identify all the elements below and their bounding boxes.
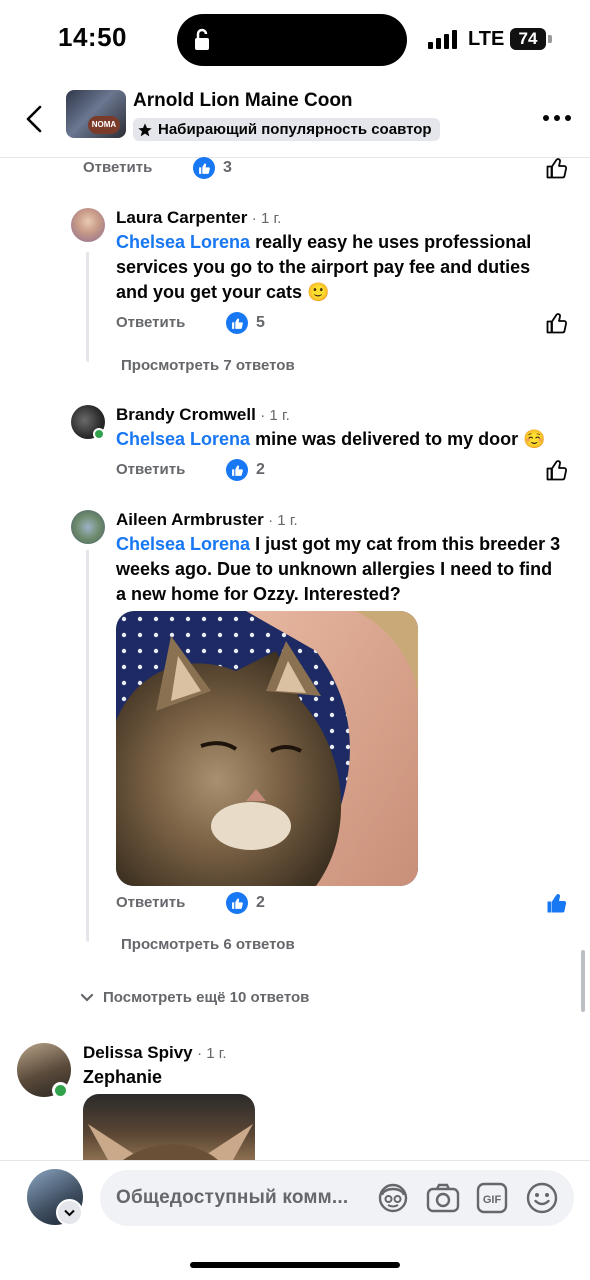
- liked-icon[interactable]: [545, 891, 569, 915]
- view-more-label: Посмотреть ещё 10 ответов: [103, 989, 310, 1006]
- mention-link[interactable]: Chelsea Lorena: [116, 232, 250, 252]
- commenter-name[interactable]: Delissa Spivy: [83, 1043, 193, 1062]
- back-icon[interactable]: [22, 104, 46, 134]
- mention-link[interactable]: Chelsea Lorena: [116, 534, 250, 554]
- profile-switcher[interactable]: [56, 1199, 83, 1226]
- comment-line: mine was delivered to my door ☺️: [250, 429, 546, 449]
- thread-line: [86, 550, 89, 942]
- status-time: 14:50: [58, 22, 127, 52]
- reaction-count[interactable]: 3: [193, 157, 232, 179]
- avatar-logo: NOMA: [88, 116, 120, 134]
- reply-button[interactable]: Ответить: [83, 159, 152, 176]
- scrollbar[interactable]: [581, 950, 585, 1012]
- page-title[interactable]: Arnold Lion Maine Coon: [133, 90, 353, 112]
- commenter-name[interactable]: Brandy Cromwell: [116, 405, 256, 424]
- reaction-count[interactable]: 2: [226, 459, 265, 481]
- view-replies-link[interactable]: Просмотреть 7 ответов: [121, 357, 295, 374]
- comment-header: Brandy Cromwell · 1 г.: [116, 405, 290, 425]
- reply-button[interactable]: Ответить: [116, 314, 185, 331]
- avatar-sticker-icon[interactable]: [376, 1181, 410, 1215]
- comment-header: Aileen Armbruster · 1 г.: [116, 510, 298, 530]
- gif-icon[interactable]: GIF: [476, 1182, 508, 1214]
- thread-line: [86, 252, 89, 362]
- likes-count: 5: [256, 314, 265, 331]
- like-reaction-icon: [193, 157, 215, 179]
- view-replies-link[interactable]: Просмотреть 6 ответов: [121, 936, 295, 953]
- emoji-icon[interactable]: [525, 1181, 559, 1215]
- like-icon[interactable]: [545, 458, 569, 482]
- comment-photo[interactable]: [83, 1094, 255, 1160]
- comment-time: · 1 г.: [251, 210, 282, 227]
- header-divider: [0, 157, 590, 158]
- mention-link[interactable]: Chelsea Lorena: [116, 429, 250, 449]
- cat-photo[interactable]: [116, 611, 418, 886]
- unlock-icon: [195, 28, 209, 50]
- comment-line: services you go to the airport pay fee a…: [116, 257, 531, 277]
- reaction-count[interactable]: 2: [226, 892, 265, 914]
- like-reaction-icon: [226, 312, 248, 334]
- comment-header: Laura Carpenter · 1 г.: [116, 208, 281, 228]
- like-icon[interactable]: [545, 311, 569, 335]
- star-icon: [138, 122, 152, 136]
- comment-text: Chelsea Lorena I just got my cat from th…: [116, 532, 576, 607]
- online-status-dot: [93, 428, 105, 440]
- commenter-name[interactable]: Laura Carpenter: [116, 208, 247, 227]
- comment-line: a new home for Ozzy. Interested?: [116, 584, 401, 604]
- like-reaction-icon: [226, 892, 248, 914]
- camera-icon[interactable]: [426, 1183, 460, 1213]
- chevron-down-icon: [64, 1209, 75, 1216]
- chevron-down-icon: [80, 993, 94, 1002]
- comment-text: Chelsea Lorena mine was delivered to my …: [116, 427, 566, 452]
- comment-line: I just got my cat from this breeder 3: [250, 534, 561, 554]
- avatar[interactable]: [71, 510, 105, 544]
- commenter-name[interactable]: Aileen Armbruster: [116, 510, 264, 529]
- comment-line: weeks ago. Due to unknown allergies I ne…: [116, 559, 553, 579]
- comment-time: · 1 г.: [197, 1045, 227, 1062]
- svg-text:GIF: GIF: [483, 1194, 502, 1206]
- composer-placeholder: Общедоступный комм...: [116, 1187, 349, 1208]
- reaction-count[interactable]: 5: [226, 312, 265, 334]
- badge-label: Набирающий популярность соавтор: [158, 121, 432, 138]
- likes-count: 2: [256, 461, 265, 478]
- home-indicator[interactable]: [190, 1262, 400, 1268]
- signal-icon: [428, 30, 457, 49]
- comment-text: Chelsea Lorena really easy he uses profe…: [116, 230, 556, 305]
- like-reaction-icon: [226, 459, 248, 481]
- likes-count: 3: [223, 159, 232, 176]
- likes-count: 2: [256, 894, 265, 911]
- page-avatar[interactable]: NOMA: [66, 90, 126, 138]
- network-label: LTE: [468, 28, 505, 50]
- reply-button[interactable]: Ответить: [116, 461, 185, 478]
- comment-text: Zephanie: [83, 1067, 163, 1087]
- view-more-replies[interactable]: Посмотреть ещё 10 ответов: [80, 989, 309, 1006]
- like-icon[interactable]: [545, 156, 569, 180]
- more-options-icon[interactable]: [543, 115, 571, 121]
- comment-line: really easy he uses professional: [250, 232, 532, 252]
- comment-time: · 1 г.: [268, 512, 298, 529]
- comment-header: Delissa Spivy · 1 г.: [83, 1043, 227, 1063]
- dynamic-island: [177, 14, 407, 66]
- battery-tip: [548, 35, 552, 43]
- rising-contributor-badge: Набирающий популярность соавтор: [133, 118, 440, 141]
- cat-image: [116, 611, 418, 886]
- avatar[interactable]: [71, 208, 105, 242]
- cat-image: [88, 1124, 253, 1160]
- comment-line: and you get your cats 🙂: [116, 282, 330, 302]
- battery-icon: 74: [510, 28, 546, 50]
- online-status-dot: [52, 1082, 69, 1099]
- comment-time: · 1 г.: [260, 407, 290, 424]
- reply-button[interactable]: Ответить: [116, 894, 185, 911]
